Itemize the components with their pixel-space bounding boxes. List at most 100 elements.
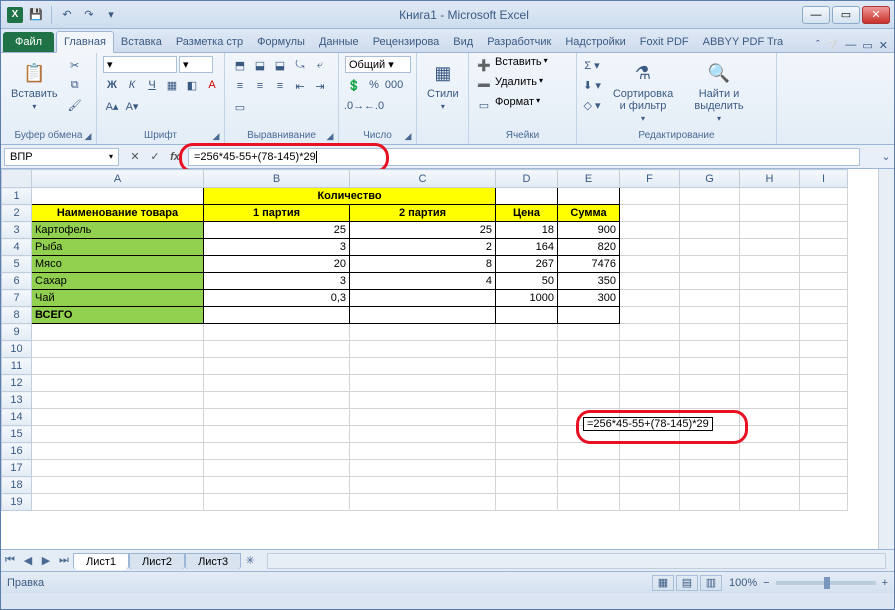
cell-G1[interactable] — [680, 188, 740, 205]
cell-A12[interactable] — [32, 375, 204, 392]
cell-B19[interactable] — [204, 494, 350, 511]
cell-E12[interactable] — [558, 375, 620, 392]
col-header-A[interactable]: A — [32, 170, 204, 188]
paste-button[interactable]: 📋 Вставить ▾ — [7, 56, 62, 115]
row-header-14[interactable]: 14 — [2, 409, 32, 426]
cell-G17[interactable] — [680, 460, 740, 477]
cell-D11[interactable] — [496, 358, 558, 375]
cell-C8[interactable] — [350, 307, 496, 324]
cell-D12[interactable] — [496, 375, 558, 392]
ribbon-minimize-icon[interactable]: ˆ — [816, 39, 820, 52]
fill-color-icon[interactable]: ◧ — [183, 76, 201, 94]
cell-F13[interactable] — [620, 392, 680, 409]
cell-A8[interactable]: ВСЕГО — [32, 307, 204, 324]
cell-I19[interactable] — [800, 494, 848, 511]
cell-A11[interactable] — [32, 358, 204, 375]
cell-E10[interactable] — [558, 341, 620, 358]
cell-B14[interactable] — [204, 409, 350, 426]
cell-B12[interactable] — [204, 375, 350, 392]
cell-F11[interactable] — [620, 358, 680, 375]
view-normal-icon[interactable]: ▦ — [652, 575, 674, 591]
cell-H11[interactable] — [740, 358, 800, 375]
tab-view[interactable]: Вид — [446, 32, 480, 52]
row-header-6[interactable]: 6 — [2, 273, 32, 290]
qat-undo-icon[interactable]: ↶ — [58, 6, 76, 24]
close-button[interactable]: ✕ — [862, 6, 890, 24]
cell-H17[interactable] — [740, 460, 800, 477]
sheet-tab-1[interactable]: Лист1 — [73, 553, 129, 570]
cell-C15[interactable] — [350, 426, 496, 443]
cell-A9[interactable] — [32, 324, 204, 341]
cell-I5[interactable] — [800, 256, 848, 273]
wrap-text-icon[interactable]: ⤶ — [311, 56, 329, 74]
cell-G6[interactable] — [680, 273, 740, 290]
cell-C10[interactable] — [350, 341, 496, 358]
cell-F12[interactable] — [620, 375, 680, 392]
sheet-tab-2[interactable]: Лист2 — [129, 553, 185, 570]
cell-E8[interactable] — [558, 307, 620, 324]
tab-foxit[interactable]: Foxit PDF — [633, 32, 696, 52]
paste-dropdown-icon[interactable]: ▾ — [32, 102, 36, 111]
col-header-H[interactable]: H — [740, 170, 800, 188]
formula-bar[interactable]: =256*45-55+(78-145)*29 — [188, 148, 860, 166]
cell-E4[interactable]: 820 — [558, 239, 620, 256]
qat-save-icon[interactable]: 💾 — [27, 6, 45, 24]
doc-close-icon[interactable]: ✕ — [879, 39, 888, 52]
cell-I3[interactable] — [800, 222, 848, 239]
cell-F5[interactable] — [620, 256, 680, 273]
border-icon[interactable]: ▦ — [163, 76, 181, 94]
cell-B16[interactable] — [204, 443, 350, 460]
cell-G13[interactable] — [680, 392, 740, 409]
align-launcher-icon[interactable]: ◢ — [324, 130, 336, 142]
cell-I16[interactable] — [800, 443, 848, 460]
cell-C11[interactable] — [350, 358, 496, 375]
cell-D15[interactable] — [496, 426, 558, 443]
zoom-out-icon[interactable]: − — [763, 577, 769, 589]
number-launcher-icon[interactable]: ◢ — [402, 130, 414, 142]
cell-H4[interactable] — [740, 239, 800, 256]
col-header-B[interactable]: B — [204, 170, 350, 188]
tab-review[interactable]: Рецензирова — [366, 32, 447, 52]
qat-redo-icon[interactable]: ↷ — [80, 6, 98, 24]
cell-B6[interactable]: 3 — [204, 273, 350, 290]
cell-E7[interactable]: 300 — [558, 290, 620, 307]
cell-A6[interactable]: Сахар — [32, 273, 204, 290]
cell-F17[interactable] — [620, 460, 680, 477]
sheet-nav-next-icon[interactable]: ▶ — [37, 552, 55, 570]
cell-C14[interactable] — [350, 409, 496, 426]
cell-F7[interactable] — [620, 290, 680, 307]
row-header-15[interactable]: 15 — [2, 426, 32, 443]
cell-A16[interactable] — [32, 443, 204, 460]
col-header-G[interactable]: G — [680, 170, 740, 188]
orientation-icon[interactable]: ⤿ — [291, 56, 309, 74]
cell-H9[interactable] — [740, 324, 800, 341]
cell-B5[interactable]: 20 — [204, 256, 350, 273]
cell-B3[interactable]: 25 — [204, 222, 350, 239]
cell-H2[interactable] — [740, 205, 800, 222]
formula-expand-icon[interactable]: ⌄ — [878, 150, 894, 163]
cell-F16[interactable] — [620, 443, 680, 460]
cell-I2[interactable] — [800, 205, 848, 222]
row-header-16[interactable]: 16 — [2, 443, 32, 460]
cell-H7[interactable] — [740, 290, 800, 307]
cell-C5[interactable]: 8 — [350, 256, 496, 273]
cell-A17[interactable] — [32, 460, 204, 477]
cell-I15[interactable] — [800, 426, 848, 443]
cell-D13[interactable] — [496, 392, 558, 409]
cell-I17[interactable] — [800, 460, 848, 477]
number-format-combo[interactable]: Общий▾ — [345, 56, 411, 73]
sheet-nav-prev-icon[interactable]: ◀ — [19, 552, 37, 570]
cell-G7[interactable] — [680, 290, 740, 307]
find-select-button[interactable]: 🔍 Найти и выделить▾ — [685, 56, 753, 127]
cell-D8[interactable] — [496, 307, 558, 324]
view-layout-icon[interactable]: ▤ — [676, 575, 698, 591]
comma-icon[interactable]: 000 — [385, 76, 403, 94]
cell-B7[interactable]: 0,3 — [204, 290, 350, 307]
cell-H1[interactable] — [740, 188, 800, 205]
cell-F8[interactable] — [620, 307, 680, 324]
currency-icon[interactable]: 💲 — [345, 76, 363, 94]
row-header-8[interactable]: 8 — [2, 307, 32, 324]
col-header-E[interactable]: E — [558, 170, 620, 188]
cell-G4[interactable] — [680, 239, 740, 256]
row-header-10[interactable]: 10 — [2, 341, 32, 358]
